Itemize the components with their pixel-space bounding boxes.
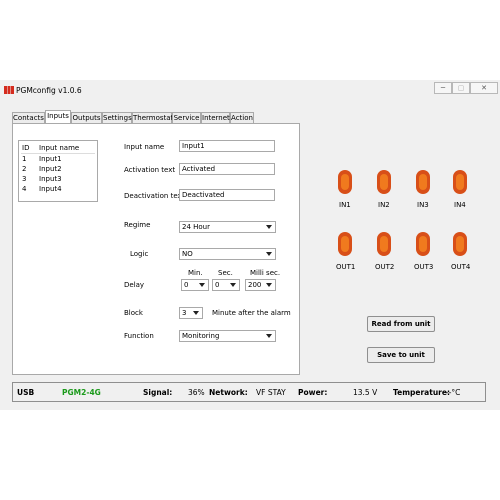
list-item-name: Input4 bbox=[39, 185, 62, 193]
status-bar: USB PGM2-4G Signal: 36% Network: VF STAY… bbox=[12, 382, 486, 402]
temperature-value: --°C bbox=[446, 388, 461, 397]
window-controls: ─ ▢ ✕ bbox=[434, 82, 500, 96]
title-bar: PGMconfig v1.0.6 ─ ▢ ✕ bbox=[0, 80, 500, 100]
dropdown-arrow-icon bbox=[230, 283, 236, 287]
tab-action[interactable]: Action bbox=[230, 112, 254, 123]
block-label: Block bbox=[124, 309, 143, 317]
input-name-field[interactable]: Input1 bbox=[179, 140, 275, 152]
tab-service[interactable]: Service bbox=[172, 112, 201, 123]
out3-indicator-led bbox=[416, 232, 430, 256]
device-model: PGM2-4G bbox=[62, 388, 101, 397]
out4-label: OUT4 bbox=[451, 263, 471, 271]
delay-sec-header: Sec. bbox=[218, 269, 233, 277]
regime-select[interactable]: 24 Hour bbox=[179, 221, 276, 233]
app-window: PGMconfig v1.0.6 ─ ▢ ✕ Contacts Inputs O… bbox=[0, 80, 500, 410]
logic-value: NO bbox=[182, 250, 193, 258]
dropdown-arrow-icon bbox=[193, 311, 199, 315]
signal-value: 36% bbox=[188, 388, 205, 397]
regime-value: 24 Hour bbox=[182, 223, 210, 231]
temperature-label: Temperature: bbox=[393, 388, 450, 397]
power-label: Power: bbox=[298, 388, 328, 397]
delay-millisec-header: Milli sec. bbox=[250, 269, 281, 277]
dropdown-arrow-icon bbox=[266, 252, 272, 256]
tab-internet[interactable]: Internet bbox=[201, 112, 230, 123]
tab-contacts[interactable]: Contacts bbox=[12, 112, 45, 123]
out4-indicator-led bbox=[453, 232, 467, 256]
in3-indicator-led bbox=[416, 170, 430, 194]
delay-millisec-value: 200 bbox=[248, 281, 262, 289]
maximize-button[interactable]: ▢ bbox=[452, 82, 470, 94]
logic-label: Logic bbox=[130, 250, 149, 258]
input-name-label: Input name bbox=[124, 143, 165, 151]
block-suffix-label: Minute after the alarm bbox=[212, 309, 291, 317]
tab-inputs[interactable]: Inputs bbox=[45, 110, 71, 123]
delay-millisec-select[interactable]: 200 bbox=[245, 279, 276, 291]
list-item-name: Input3 bbox=[39, 175, 62, 183]
deactivation-text-label: Deactivation text bbox=[124, 192, 185, 200]
list-header-name: Input name bbox=[39, 144, 80, 152]
activation-text-field[interactable]: Activated bbox=[179, 163, 275, 175]
tab-settings[interactable]: Settings bbox=[102, 112, 132, 123]
delay-sec-value: 0 bbox=[215, 281, 220, 289]
deactivation-text-field[interactable]: Deactivated bbox=[179, 189, 275, 201]
inputs-listbox[interactable]: ID Input name 1 Input1 2 Input2 3 Input3… bbox=[18, 140, 98, 202]
block-select[interactable]: 3 bbox=[179, 307, 203, 319]
tab-thermostat[interactable]: Thermostat bbox=[132, 112, 173, 123]
out2-indicator-led bbox=[377, 232, 391, 256]
signal-label: Signal: bbox=[143, 388, 173, 397]
out3-label: OUT3 bbox=[414, 263, 434, 271]
network-value: VF STAY bbox=[256, 388, 286, 397]
network-label: Network: bbox=[209, 388, 248, 397]
in2-label: IN2 bbox=[378, 201, 390, 209]
list-item[interactable]: 1 Input1 bbox=[19, 155, 97, 165]
block-value: 3 bbox=[182, 309, 187, 317]
dropdown-arrow-icon bbox=[266, 283, 272, 287]
save-to-unit-button[interactable]: Save to unit bbox=[367, 347, 435, 363]
delay-label: Delay bbox=[124, 281, 145, 289]
list-header-divider bbox=[21, 153, 95, 154]
delay-min-value: 0 bbox=[184, 281, 189, 289]
in4-label: IN4 bbox=[454, 201, 466, 209]
minimize-button[interactable]: ─ bbox=[434, 82, 452, 94]
list-item-id: 4 bbox=[22, 185, 27, 193]
delay-min-header: Min. bbox=[188, 269, 203, 277]
connection-type: USB bbox=[17, 388, 35, 397]
out1-indicator-led bbox=[338, 232, 352, 256]
list-header-id: ID bbox=[22, 144, 30, 152]
list-item-id: 3 bbox=[22, 175, 27, 183]
function-value: Monitoring bbox=[182, 332, 220, 340]
list-item-name: Input2 bbox=[39, 165, 62, 173]
list-item[interactable]: 3 Input3 bbox=[19, 175, 97, 185]
regime-label: Regime bbox=[124, 221, 151, 229]
out2-label: OUT2 bbox=[375, 263, 395, 271]
delay-sec-select[interactable]: 0 bbox=[212, 279, 240, 291]
app-icon bbox=[4, 86, 14, 94]
in2-indicator-led bbox=[377, 170, 391, 194]
dropdown-arrow-icon bbox=[266, 334, 272, 338]
in3-label: IN3 bbox=[417, 201, 429, 209]
list-item-id: 1 bbox=[22, 155, 27, 163]
read-from-unit-button[interactable]: Read from unit bbox=[367, 316, 435, 332]
list-item[interactable]: 2 Input2 bbox=[19, 165, 97, 175]
in1-label: IN1 bbox=[339, 201, 351, 209]
function-select[interactable]: Monitoring bbox=[179, 330, 276, 342]
list-item-id: 2 bbox=[22, 165, 27, 173]
in4-indicator-led bbox=[453, 170, 467, 194]
window-title: PGMconfig v1.0.6 bbox=[16, 86, 82, 95]
in1-indicator-led bbox=[338, 170, 352, 194]
dropdown-arrow-icon bbox=[199, 283, 205, 287]
out1-label: OUT1 bbox=[336, 263, 356, 271]
close-button[interactable]: ✕ bbox=[470, 82, 498, 94]
activation-text-label: Activation text bbox=[124, 166, 176, 174]
logic-select[interactable]: NO bbox=[179, 248, 276, 260]
tab-outputs[interactable]: Outputs bbox=[71, 112, 102, 123]
list-item-name: Input1 bbox=[39, 155, 62, 163]
list-item[interactable]: 4 Input4 bbox=[19, 185, 97, 195]
dropdown-arrow-icon bbox=[266, 225, 272, 229]
power-value: 13.5 V bbox=[353, 388, 378, 397]
function-label: Function bbox=[124, 332, 154, 340]
delay-min-select[interactable]: 0 bbox=[181, 279, 209, 291]
